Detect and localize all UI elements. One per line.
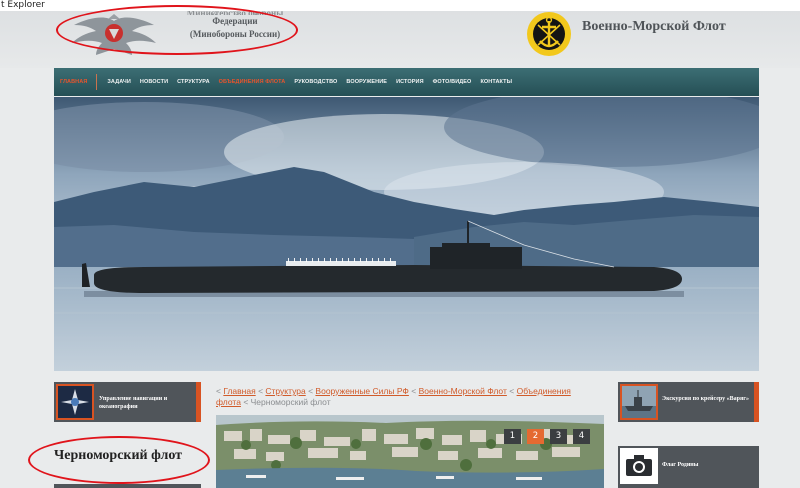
nav-item-tasks[interactable]: Задачи [107, 79, 131, 85]
nav-item-armament[interactable]: Вооружение [346, 79, 387, 85]
nav-item-media[interactable]: Фото/Видео [433, 79, 472, 85]
nav-item-home[interactable]: Главная [60, 79, 87, 85]
nav-item-structure[interactable]: Структура [177, 79, 210, 85]
slider-page-4[interactable]: 4 [573, 429, 590, 444]
ministry-name-line-3: (Минобороны России) [189, 29, 281, 39]
nav-item-news[interactable]: Новости [140, 79, 168, 85]
sidebar-box-label: Управление навигации и океанографии [99, 396, 168, 410]
sidebar-box-varyag-tour[interactable]: Экскурсия по крейсеру «Варяг» [618, 382, 759, 422]
page-title: Черноморский флот [54, 448, 183, 463]
nav-divider [96, 74, 98, 90]
sidebar-accent-bar [754, 382, 759, 422]
nav-item-history[interactable]: История [396, 79, 424, 85]
sidebar-box-label: Флаг Родины [662, 462, 699, 468]
ministry-name[interactable]: Министерство обороны Российской Федераци… [170, 11, 300, 41]
photo-slider [216, 415, 604, 488]
hero-banner-submarine [54, 97, 759, 371]
main-nav: Главная Задачи Новости Структура Объедин… [54, 68, 759, 96]
breadcrumb-home[interactable]: Главная [223, 386, 255, 396]
title-underline-bar [54, 484, 201, 488]
navigation-emblem-thumbnail [56, 384, 94, 420]
nav-item-leadership[interactable]: Руководство [294, 79, 337, 85]
breadcrumb-current: Черноморский флот [250, 397, 331, 407]
slider-page-2[interactable]: 2 [527, 429, 544, 444]
compass-star-icon [58, 386, 92, 418]
site-header: Министерство обороны Российской Федераци… [0, 5, 800, 68]
varyag-cruiser-thumbnail [620, 384, 658, 420]
breadcrumb-navy[interactable]: Военно-Морской Флот [419, 386, 507, 396]
double-headed-eagle-emblem[interactable] [68, 13, 160, 59]
ministry-name-line-2: Федерации [212, 16, 258, 26]
camera-icon [622, 450, 656, 482]
breadcrumb-armed-forces[interactable]: Вооруженные Силы РФ [315, 386, 408, 396]
nav-item-fleet-units[interactable]: Объединения флота [219, 79, 286, 85]
sidebar-box-homeland-flag[interactable]: Флаг Родины [618, 446, 759, 488]
sidebar-box-navigation-oceanography[interactable]: Управление навигации и океанографии [54, 382, 201, 422]
slider-page-3[interactable]: 3 [550, 429, 567, 444]
nav-item-contacts[interactable]: Контакты [480, 79, 512, 85]
sidebar-box-label: Экскурсия по крейсеру «Варяг» [662, 396, 749, 402]
camera-thumbnail [620, 448, 658, 484]
submarine-photo [54, 97, 759, 371]
sevastopol-city-photo [216, 415, 604, 488]
navy-title[interactable]: Военно-Морской Флот [582, 19, 726, 35]
navy-anchor-emblem[interactable] [523, 11, 575, 57]
cruiser-photo-icon [622, 386, 656, 418]
slider-page-1[interactable]: 1 [504, 429, 521, 444]
ministry-name-line-1: Министерство обороны Российской [170, 11, 300, 15]
window-title: t Explorer [0, 0, 800, 11]
breadcrumb-structure[interactable]: Структура [265, 386, 305, 396]
breadcrumb: < Главная < Структура < Вооруженные Силы… [216, 386, 571, 407]
sidebar-accent-bar [196, 382, 201, 422]
